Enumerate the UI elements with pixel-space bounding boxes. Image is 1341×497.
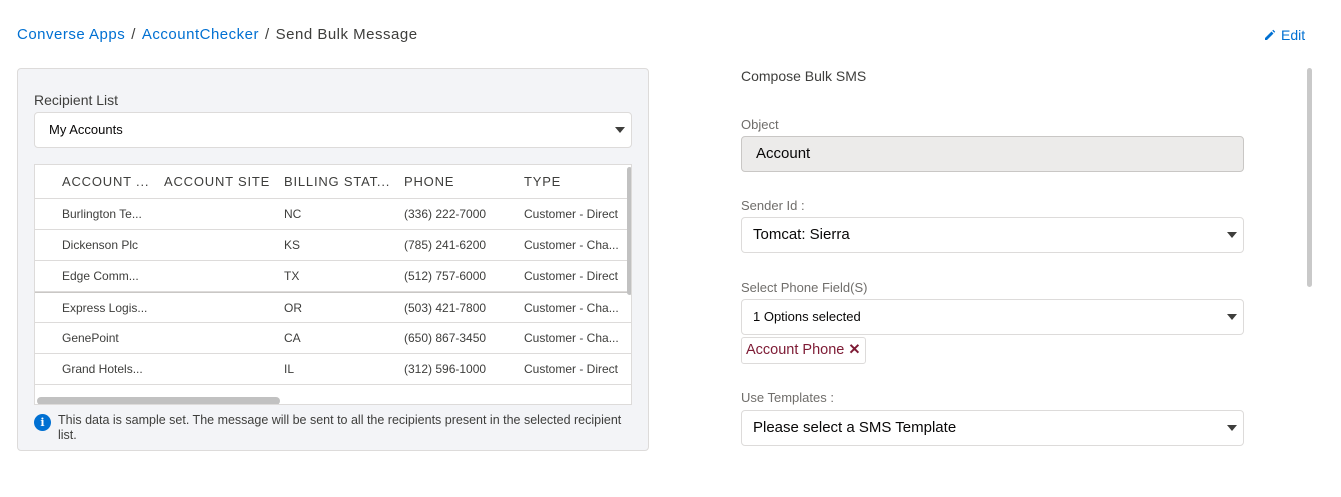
selected-phone-pill: Account Phone ✕ (741, 337, 866, 364)
cell-phone: (785) 241-6200 (404, 238, 487, 252)
object-value: Account (756, 145, 811, 162)
column-header-phone[interactable]: PHONE (404, 165, 504, 199)
cell-phone: (650) 867-3450 (404, 331, 487, 345)
sender-id-value: Tomcat: Sierra (753, 226, 850, 243)
cell-type: Customer - Direct (524, 362, 619, 376)
cell-phone: (503) 421-7800 (404, 301, 487, 315)
table-row[interactable]: GenePoint CA (650) 867-3450 Customer - C… (35, 323, 631, 354)
breadcrumb-separator: / (264, 26, 270, 43)
cell-type: Customer - Direct (524, 207, 619, 221)
chevron-down-icon (615, 127, 625, 133)
cell-account-site (164, 293, 274, 323)
table-vertical-scrollbar[interactable] (627, 167, 631, 295)
cell-account-site (164, 354, 274, 384)
cell-type: Customer - Cha... (524, 331, 619, 345)
edit-button[interactable]: Edit (1264, 27, 1305, 43)
cell-account-name: Edge Comm... (62, 269, 139, 283)
cell-billing-state: KS (284, 238, 301, 252)
chevron-down-icon (1227, 314, 1237, 320)
recipient-list-value: My Accounts (49, 122, 123, 137)
cell-type: Customer - Direct (524, 269, 619, 283)
breadcrumb: Converse Apps / AccountChecker / Send Bulk M… (17, 26, 418, 43)
breadcrumb-current: Send Bulk Message (275, 26, 418, 43)
cell-billing-state: CA (284, 331, 301, 345)
breadcrumb-separator: / (131, 26, 136, 43)
cell-account-name: GenePoint (62, 331, 119, 345)
cell-billing-state: OR (284, 301, 302, 315)
table-row[interactable]: Dickenson Plc KS (785) 241-6200 Customer… (35, 230, 631, 261)
column-header-account-site[interactable]: ACCOUNT SITE (164, 165, 274, 199)
pencil-icon (1265, 29, 1276, 40)
cell-type: Customer - Cha... (524, 301, 619, 315)
cell-account-site (164, 261, 274, 291)
template-value: Please select a SMS Template (753, 419, 957, 436)
remove-pill-icon[interactable]: ✕ (848, 342, 860, 358)
table-header: ACCOUNT ... ACCOUNT SITE BILLING STAT...… (35, 165, 631, 199)
sender-id-select[interactable]: Tomcat: Sierra (741, 217, 1244, 253)
cell-billing-state: IL (284, 362, 295, 376)
cell-billing-state: NC (284, 207, 302, 221)
cell-billing-state: TX (284, 269, 300, 283)
sender-id-label: Sender Id : (741, 198, 805, 213)
info-icon: i (34, 414, 51, 431)
phone-field-label: Select Phone Field(S) (741, 280, 868, 295)
template-label: Use Templates : (741, 390, 834, 405)
table-row[interactable]: Burlington Te... NC (336) 222-7000 Custo… (35, 199, 631, 230)
table-row[interactable]: Edge Comm... TX (512) 757-6000 Customer … (35, 261, 631, 292)
cell-account-name: Burlington Te... (62, 207, 142, 221)
table-row[interactable]: Express Logis... OR (503) 421-7800 Custo… (35, 292, 631, 323)
object-label: Object (741, 117, 779, 132)
recipient-panel: Recipient List My Accounts ACCOUNT ... A… (17, 68, 649, 451)
cell-phone: (336) 222-7000 (404, 207, 487, 221)
cell-account-name: Express Logis... (62, 301, 148, 315)
recipient-list-label: Recipient List (34, 92, 119, 108)
panel-scrollbar[interactable] (1307, 68, 1312, 287)
phone-field-select[interactable]: 1 Options selected (741, 299, 1244, 335)
column-header-billing-state[interactable]: BILLING STAT... (284, 165, 390, 199)
template-select[interactable]: Please select a SMS Template (741, 410, 1244, 446)
table-row[interactable]: Grand Hotels... IL (312) 596-1000 Custom… (35, 354, 631, 385)
breadcrumb-account-checker[interactable]: AccountChecker (142, 26, 259, 43)
phone-field-value: 1 Options selected (753, 309, 861, 324)
cell-type: Customer - Cha... (524, 238, 619, 252)
cell-phone: (512) 757-6000 (404, 269, 487, 283)
cell-account-site (164, 230, 274, 260)
breadcrumb-converse-apps[interactable]: Converse Apps (17, 26, 125, 43)
cell-account-name: Grand Hotels... (62, 362, 143, 376)
object-field: Account (741, 136, 1244, 172)
cell-account-name: Dickenson Plc (62, 238, 139, 252)
recipients-table: ACCOUNT ... ACCOUNT SITE BILLING STAT...… (34, 164, 632, 405)
recipient-list-select[interactable]: My Accounts (34, 112, 632, 148)
table-horizontal-scrollbar[interactable] (37, 397, 280, 404)
column-header-account-name[interactable]: ACCOUNT ... (62, 165, 152, 199)
chevron-down-icon (1227, 232, 1237, 238)
edit-label: Edit (1281, 27, 1306, 43)
cell-account-site (164, 199, 274, 229)
cell-account-site (164, 323, 274, 353)
column-header-type[interactable]: TYPE (524, 165, 624, 199)
cell-phone: (312) 596-1000 (404, 362, 487, 376)
compose-title: Compose Bulk SMS (741, 68, 867, 84)
pill-label: Account Phone (746, 342, 845, 358)
info-text: This data is sample set. The message wil… (58, 413, 622, 442)
chevron-down-icon (1227, 425, 1237, 431)
